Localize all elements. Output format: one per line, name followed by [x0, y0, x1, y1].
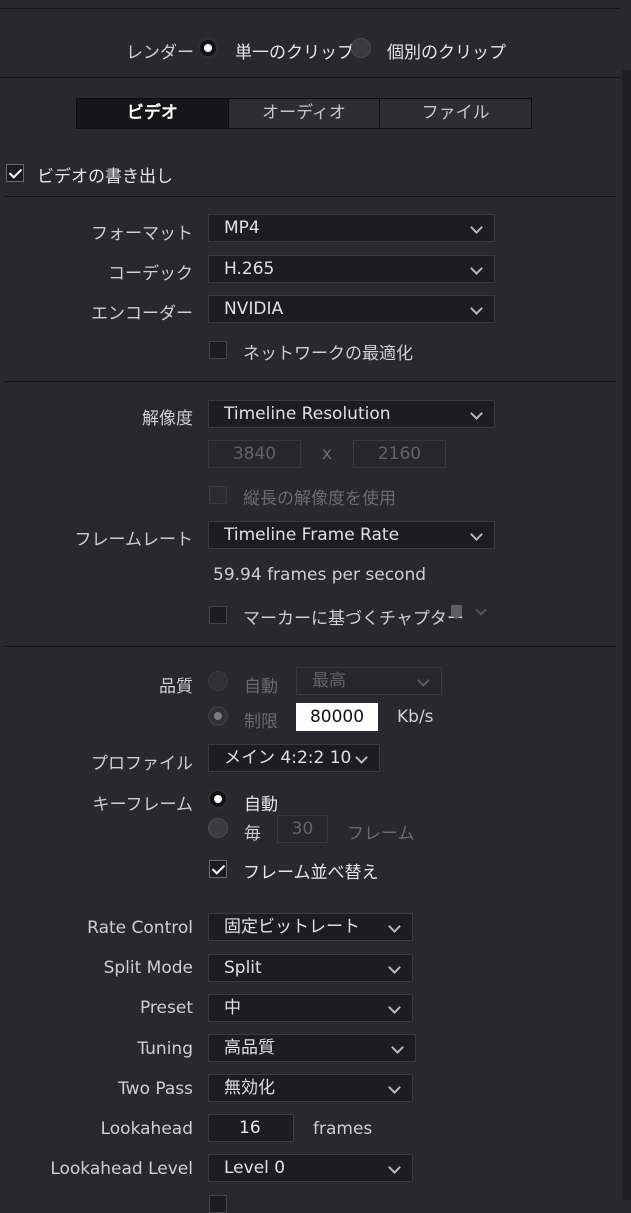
next-option-checkbox[interactable]	[209, 1195, 227, 1213]
keyframe-every-label: 毎	[244, 824, 261, 844]
quality-auto-dropdown[interactable]: 最高	[296, 667, 442, 695]
chevron-down-icon	[470, 221, 483, 234]
chevron-down-icon	[388, 1081, 401, 1094]
single-clip-radio[interactable]	[198, 38, 218, 58]
frame-rate-value: Timeline Frame Rate	[224, 525, 400, 545]
chevron-down-icon[interactable]	[475, 604, 487, 616]
resolution-value: Timeline Resolution	[224, 404, 391, 424]
resolution-label: 解像度	[142, 409, 193, 429]
format-value: MP4	[224, 218, 260, 238]
chevron-down-icon	[388, 1001, 401, 1014]
encoder-label: エンコーダー	[91, 304, 193, 324]
network-optimize-label: ネットワークの最適化	[243, 344, 413, 364]
frame-reorder-checkbox[interactable]	[209, 860, 227, 878]
frame-rate-label: フレームレート	[74, 530, 194, 550]
lookahead-unit: frames	[313, 1119, 373, 1139]
lookahead-level-label: Lookahead Level	[50, 1159, 193, 1179]
preset-label: Preset	[139, 998, 193, 1018]
codec-dropdown[interactable]: H.265	[208, 255, 495, 283]
split-mode-dropdown[interactable]: Split	[208, 954, 413, 982]
codec-label: コーデック	[108, 264, 193, 284]
keyframe-label: キーフレーム	[92, 795, 193, 815]
keyframe-auto-radio[interactable]	[208, 789, 228, 809]
two-pass-dropdown[interactable]: 無効化	[208, 1074, 413, 1102]
lookahead-input[interactable]: 16	[208, 1114, 294, 1142]
format-label: フォーマット	[91, 224, 193, 244]
resolution-dropdown[interactable]: Timeline Resolution	[208, 400, 495, 428]
preset-value: 中	[224, 998, 241, 1018]
quality-limit-radio[interactable]	[208, 706, 228, 726]
two-pass-value: 無効化	[224, 1078, 275, 1098]
chevron-down-icon	[388, 961, 401, 974]
chevron-down-icon	[355, 751, 368, 764]
video-export-checkbox[interactable]	[6, 164, 24, 182]
chevron-down-icon	[388, 1161, 401, 1174]
encoder-dropdown[interactable]: NVIDIA	[208, 295, 495, 323]
chevron-down-icon	[470, 407, 483, 420]
preset-dropdown[interactable]: 中	[208, 994, 413, 1022]
profile-label: プロファイル	[91, 754, 193, 774]
section-divider-2	[5, 381, 616, 382]
resolution-height-input[interactable]: 2160	[353, 440, 446, 468]
chevron-down-icon	[391, 1041, 404, 1054]
chevron-down-icon	[470, 262, 483, 275]
render-label: レンダー	[126, 43, 194, 63]
bitrate-input[interactable]: 80000	[296, 703, 378, 731]
profile-dropdown[interactable]: メイン 4:2:2 10	[208, 744, 380, 772]
single-clip-label[interactable]: 単一のクリップ	[235, 38, 354, 63]
bitrate-unit: Kb/s	[397, 707, 434, 727]
tuning-value: 高品質	[224, 1038, 275, 1058]
quality-auto-value: 最高	[312, 671, 346, 691]
rate-control-value: 固定ビットレート	[224, 917, 360, 937]
keyframe-every-radio[interactable]	[208, 818, 228, 838]
two-pass-label: Two Pass	[118, 1079, 193, 1099]
resolution-x-label: x	[322, 444, 333, 464]
lookahead-label: Lookahead	[100, 1119, 193, 1139]
split-mode-value: Split	[224, 958, 262, 978]
vertical-resolution-checkbox[interactable]	[209, 486, 227, 504]
chapters-checkbox[interactable]	[209, 606, 227, 624]
fps-readout: 59.94 frames per second	[213, 565, 427, 585]
keyframe-auto-label: 自動	[244, 795, 278, 815]
lookahead-level-dropdown[interactable]: Level 0	[208, 1154, 413, 1182]
section-divider-3	[5, 646, 616, 647]
quality-limit-label: 制限	[244, 712, 278, 732]
quality-label: 品質	[159, 677, 193, 697]
individual-clips-radio[interactable]	[351, 38, 371, 58]
tuning-label: Tuning	[137, 1039, 193, 1059]
chevron-down-icon	[470, 302, 483, 315]
section-divider-1	[5, 196, 616, 197]
quality-auto-radio[interactable]	[208, 671, 228, 691]
split-mode-label: Split Mode	[103, 958, 193, 978]
chevron-down-icon	[470, 528, 483, 541]
keyframe-unit: フレーム	[347, 824, 415, 844]
rate-control-label: Rate Control	[87, 918, 193, 938]
tab-audio[interactable]: オーディオ	[229, 99, 381, 128]
rate-control-dropdown[interactable]: 固定ビットレート	[208, 913, 413, 941]
format-dropdown[interactable]: MP4	[208, 214, 495, 242]
video-export-label: ビデオの書き出し	[37, 167, 173, 187]
quality-auto-label: 自動	[244, 677, 278, 697]
vertical-resolution-label: 縦長の解像度を使用	[243, 489, 396, 509]
frame-rate-dropdown[interactable]: Timeline Frame Rate	[208, 521, 495, 549]
render-divider	[0, 77, 620, 78]
top-divider	[0, 8, 620, 9]
resolution-width-input[interactable]: 3840	[208, 440, 301, 468]
lookahead-level-value: Level 0	[224, 1158, 286, 1178]
tuning-dropdown[interactable]: 高品質	[208, 1034, 416, 1062]
profile-value: メイン 4:2:2 10	[224, 748, 352, 768]
tab-video[interactable]: ビデオ	[77, 99, 229, 128]
tab-file[interactable]: ファイル	[380, 99, 531, 128]
chevron-down-icon	[417, 674, 430, 687]
keyframe-interval-input[interactable]: 30	[277, 815, 328, 843]
network-optimize-checkbox[interactable]	[209, 341, 227, 359]
codec-value: H.265	[224, 259, 275, 279]
settings-tabs: ビデオ オーディオ ファイル	[76, 98, 532, 129]
scrollbar-track[interactable]	[622, 70, 631, 1200]
encoder-value: NVIDIA	[224, 299, 284, 319]
individual-clips-label[interactable]: 個別のクリップ	[387, 38, 506, 63]
chapters-label: マーカーに基づくチャプター	[243, 609, 464, 629]
chevron-down-icon	[388, 920, 401, 933]
frame-reorder-label: フレーム並べ替え	[243, 863, 379, 883]
